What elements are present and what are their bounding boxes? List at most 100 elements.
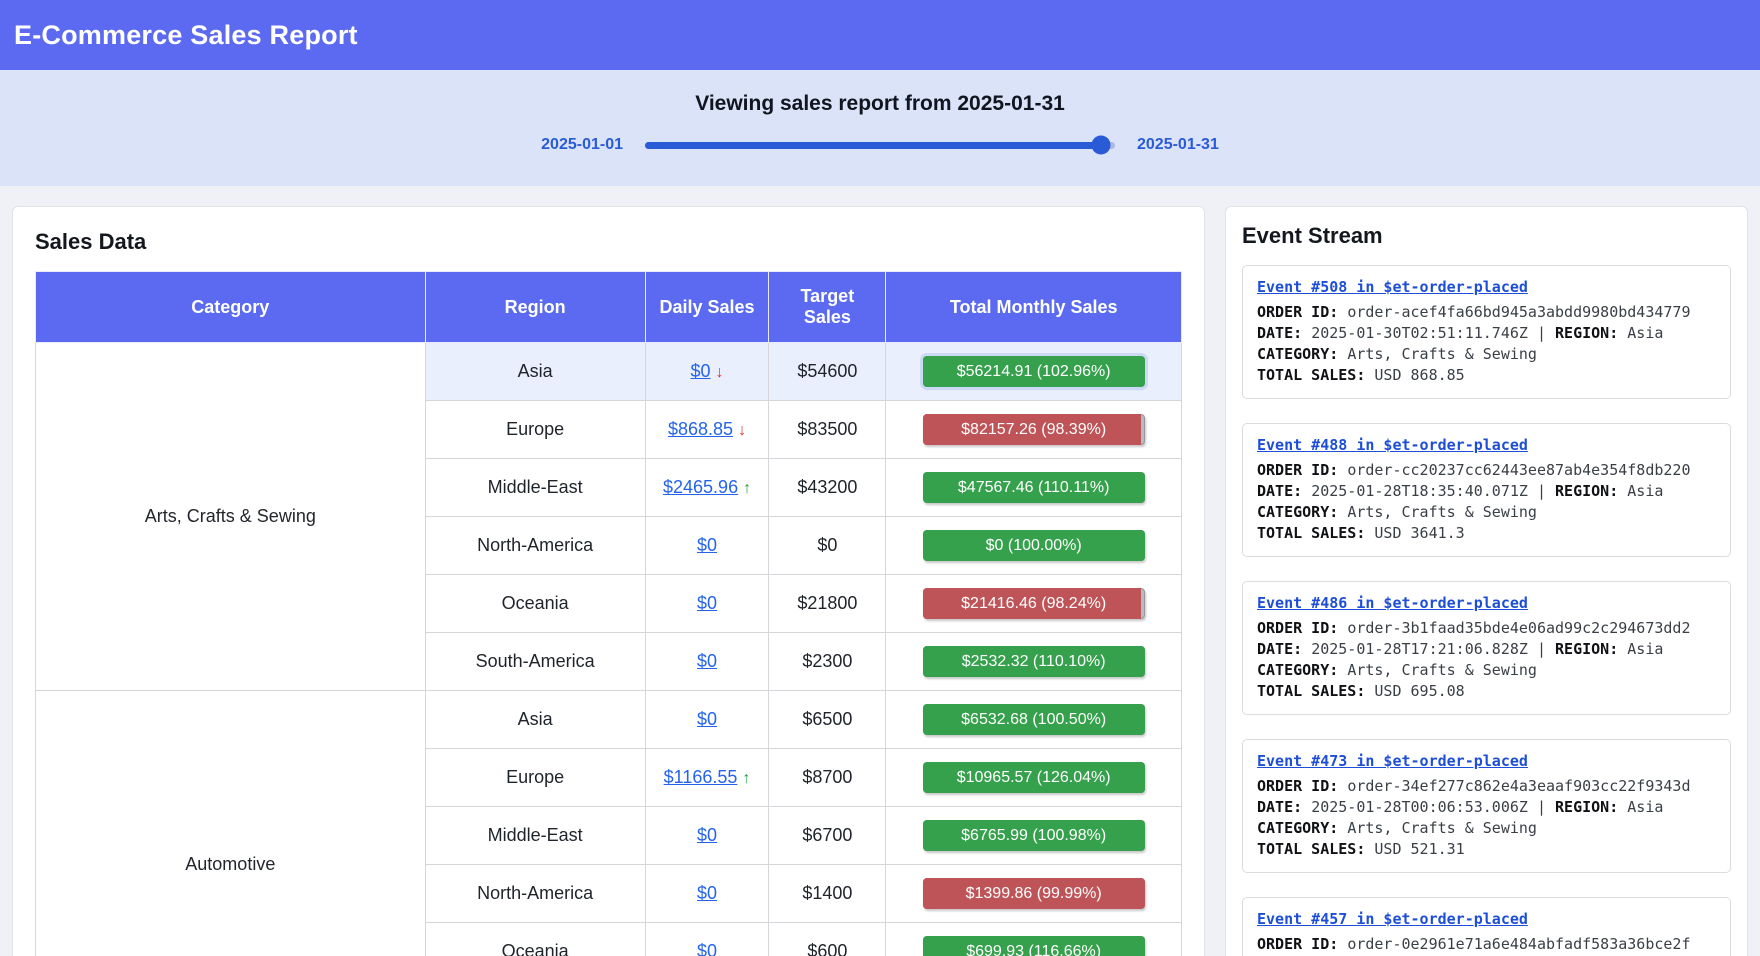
slider-fill: [645, 142, 1101, 149]
daily-sales-link[interactable]: $868.85: [668, 419, 733, 439]
column-header-daily-sales: Daily Sales: [645, 272, 769, 343]
target-sales-cell: $6700: [769, 807, 886, 865]
date-value: 2025-01-28T18:35:40.071Z: [1311, 482, 1537, 500]
slider-thumb[interactable]: [1091, 136, 1110, 155]
region-cell: Oceania: [425, 923, 645, 956]
daily-sales-link[interactable]: $0: [697, 709, 717, 729]
date-range-slider-track[interactable]: [645, 142, 1115, 149]
category-label: CATEGORY:: [1257, 661, 1347, 679]
event-card: Event #457 in $et-order-placedORDER ID: …: [1242, 897, 1731, 956]
order-id-value: order-acef4fa66bd945a3abdd9980bd434779: [1347, 303, 1690, 321]
target-sales-cell: $43200: [769, 459, 886, 517]
sales-data-title: Sales Data: [35, 229, 1182, 255]
monthly-sales-bar: $6765.99 (100.98%): [923, 820, 1145, 851]
target-sales-cell: $0: [769, 517, 886, 575]
event-line: DATE: 2025-01-28T00:06:53.006Z | REGION:…: [1257, 797, 1716, 818]
monthly-sales-bar: $6532.68 (100.50%): [923, 704, 1145, 735]
event-line: TOTAL SALES: USD 521.31: [1257, 839, 1716, 860]
event-line: CATEGORY: Arts, Crafts & Sewing: [1257, 660, 1716, 681]
monthly-sales-bar-label: $0 (100.00%): [923, 530, 1145, 561]
separator: |: [1537, 324, 1555, 342]
daily-sales-cell: $0: [645, 517, 769, 575]
monthly-sales-bar-label: $1399.86 (99.99%): [923, 878, 1145, 909]
category-value: Arts, Crafts & Sewing: [1347, 819, 1537, 837]
event-link[interactable]: Event #488 in $et-order-placed: [1257, 436, 1528, 454]
event-link[interactable]: Event #457 in $et-order-placed: [1257, 910, 1528, 928]
daily-sales-link[interactable]: $2465.96: [663, 477, 738, 497]
event-line: ORDER ID: order-acef4fa66bd945a3abdd9980…: [1257, 302, 1716, 323]
region-cell: Oceania: [425, 575, 645, 633]
trend-up-icon: ↑: [742, 770, 750, 787]
region-cell: Europe: [425, 749, 645, 807]
target-sales-cell: $21800: [769, 575, 886, 633]
event-link[interactable]: Event #473 in $et-order-placed: [1257, 752, 1528, 770]
event-line: CATEGORY: Arts, Crafts & Sewing: [1257, 818, 1716, 839]
column-header-total-monthly-sales: Total Monthly Sales: [886, 272, 1182, 343]
trend-up-icon: ↑: [743, 480, 751, 497]
region-cell: Middle-East: [425, 807, 645, 865]
daily-sales-cell: $0: [645, 865, 769, 923]
main-content: Sales Data CategoryRegionDaily SalesTarg…: [0, 186, 1760, 956]
total-sales-value: USD 868.85: [1374, 366, 1464, 384]
monthly-sales-bar: $10965.57 (126.04%): [923, 762, 1145, 793]
date-value: 2025-01-28T17:21:06.828Z: [1311, 640, 1537, 658]
daily-sales-link[interactable]: $0: [697, 825, 717, 845]
daily-sales-link[interactable]: $1166.55: [664, 767, 738, 787]
daily-sales-cell: $0: [645, 691, 769, 749]
monthly-sales-bar: $56214.91 (102.96%): [923, 356, 1145, 387]
daily-sales-link[interactable]: $0: [697, 883, 717, 903]
monthly-sales-bar-label: $2532.32 (110.10%): [923, 646, 1145, 677]
sales-data-panel: Sales Data CategoryRegionDaily SalesTarg…: [12, 206, 1205, 956]
page-title: E-Commerce Sales Report: [14, 20, 358, 51]
sales-row: AutomotiveAsia$0$6500$6532.68 (100.50%): [36, 691, 1182, 749]
order-id-label: ORDER ID:: [1257, 619, 1347, 637]
daily-sales-cell: $0: [645, 575, 769, 633]
target-sales-cell: $2300: [769, 633, 886, 691]
order-id-value: order-34ef277c862e4a3eaaf903cc22f9343d: [1347, 777, 1690, 795]
column-header-category: Category: [36, 272, 426, 343]
sales-row: Arts, Crafts & SewingAsia$0↓$54600$56214…: [36, 343, 1182, 401]
monthly-sales-bar: $699.93 (116.66%): [923, 936, 1145, 956]
daily-sales-cell: $868.85↓: [645, 401, 769, 459]
event-list: Event #508 in $et-order-placed ORDER ID: …: [1242, 265, 1731, 956]
event-card: Event #508 in $et-order-placed ORDER ID: …: [1242, 265, 1731, 399]
total-monthly-cell: $1399.86 (99.99%): [886, 865, 1182, 923]
monthly-sales-bar-label: $82157.26 (98.39%): [923, 414, 1145, 445]
total-sales-label: TOTAL SALES:: [1257, 366, 1374, 384]
monthly-sales-bar-label: $47567.46 (110.11%): [923, 472, 1145, 503]
date-label: DATE:: [1257, 798, 1311, 816]
event-card: Event #488 in $et-order-placedORDER ID: …: [1242, 423, 1731, 557]
total-sales-value: USD 695.08: [1374, 682, 1464, 700]
daily-sales-link[interactable]: $0: [697, 651, 717, 671]
region-cell: North-America: [425, 865, 645, 923]
event-stream-panel: Event Stream Event #508 in $et-order-pla…: [1225, 206, 1748, 956]
event-link[interactable]: Event #508 in $et-order-placed: [1257, 278, 1528, 296]
daily-sales-link[interactable]: $0: [697, 535, 717, 555]
category-cell: Automotive: [36, 691, 426, 956]
event-line: DATE: 2025-01-30T02:51:11.746Z | REGION:…: [1257, 323, 1716, 344]
total-monthly-cell: $6765.99 (100.98%): [886, 807, 1182, 865]
event-link[interactable]: Event #486 in $et-order-placed: [1257, 594, 1528, 612]
trend-down-icon: ↓: [716, 364, 724, 381]
region-label: REGION:: [1555, 640, 1627, 658]
date-label: DATE:: [1257, 324, 1311, 342]
event-line: CATEGORY: Arts, Crafts & Sewing: [1257, 502, 1716, 523]
region-cell: Europe: [425, 401, 645, 459]
category-label: CATEGORY:: [1257, 819, 1347, 837]
target-sales-cell: $6500: [769, 691, 886, 749]
daily-sales-cell: $1166.55↑: [645, 749, 769, 807]
region-value: Asia: [1627, 640, 1663, 658]
region-value: Asia: [1627, 798, 1663, 816]
event-line: DATE: 2025-01-28T17:21:06.828Z | REGION:…: [1257, 639, 1716, 660]
event-line: CATEGORY: Arts, Crafts & Sewing: [1257, 344, 1716, 365]
date-value: 2025-01-28T00:06:53.006Z: [1311, 798, 1537, 816]
daily-sales-link[interactable]: $0: [697, 593, 717, 613]
order-id-label: ORDER ID:: [1257, 935, 1347, 953]
filter-band: Viewing sales report from 2025-01-31 202…: [0, 70, 1760, 186]
daily-sales-link[interactable]: $0: [697, 941, 717, 956]
region-cell: Middle-East: [425, 459, 645, 517]
daily-sales-link[interactable]: $0: [691, 361, 711, 381]
separator: |: [1537, 640, 1555, 658]
daily-sales-cell: $0: [645, 923, 769, 956]
event-line: TOTAL SALES: USD 695.08: [1257, 681, 1716, 702]
